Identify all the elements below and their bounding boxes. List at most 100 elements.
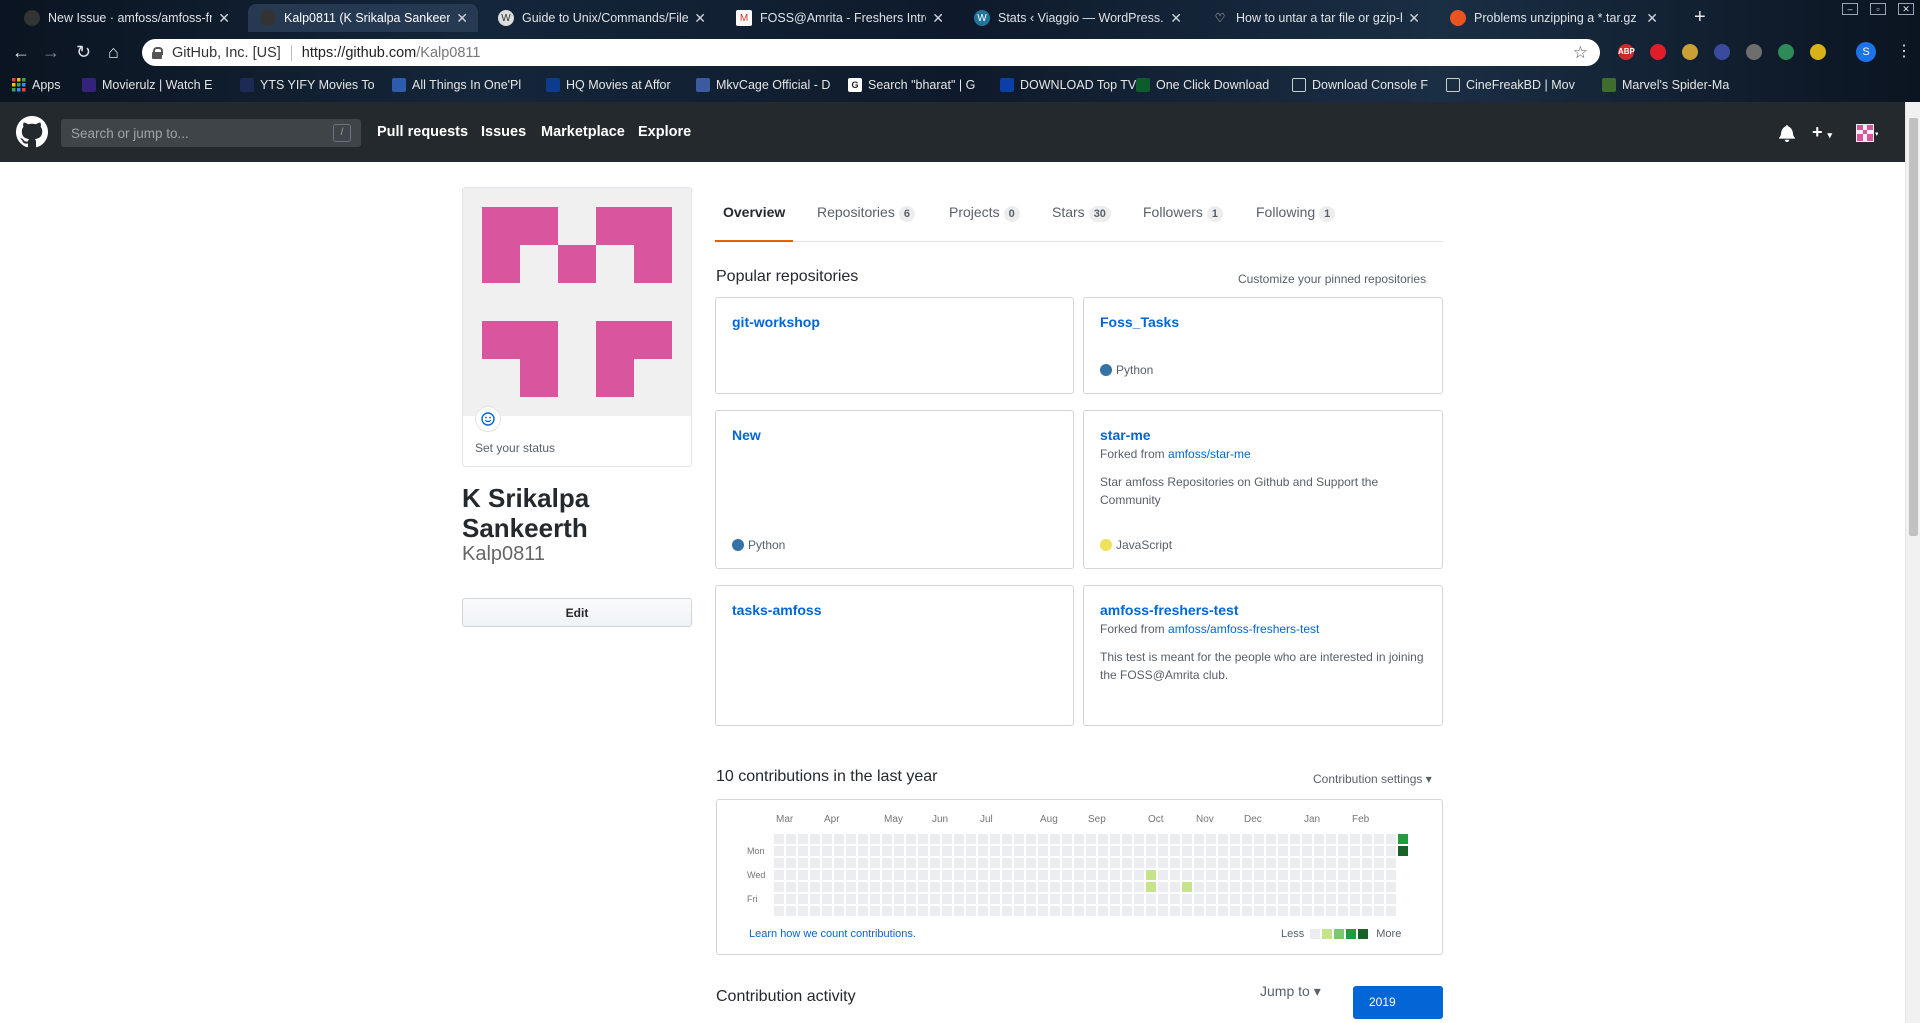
create-new-dropdown[interactable]: + ▾ (1812, 122, 1832, 143)
contribution-day[interactable] (906, 846, 916, 856)
minimize-window-button[interactable]: – (1842, 3, 1858, 15)
reload-button[interactable]: ↻ (76, 42, 91, 62)
contribution-day[interactable] (1086, 834, 1096, 844)
contribution-day[interactable] (1218, 858, 1228, 868)
contribution-day[interactable] (1230, 894, 1240, 904)
contribution-day[interactable] (906, 870, 916, 880)
contribution-day[interactable] (1170, 882, 1180, 892)
contribution-day[interactable] (786, 870, 796, 880)
contribution-day[interactable] (870, 870, 880, 880)
repo-name-link[interactable]: star-me (1100, 427, 1426, 443)
contribution-day[interactable] (1158, 858, 1168, 868)
contribution-day[interactable] (1350, 882, 1360, 892)
repo-name-link[interactable]: git-workshop (732, 314, 1057, 330)
contribution-day[interactable] (1230, 834, 1240, 844)
contribution-day[interactable] (1026, 846, 1036, 856)
contribution-day[interactable] (990, 834, 1000, 844)
contribution-day[interactable] (882, 846, 892, 856)
contribution-day[interactable] (1314, 906, 1324, 916)
contribution-day[interactable] (1206, 870, 1216, 880)
contribution-day[interactable] (1218, 906, 1228, 916)
contribution-day[interactable] (1026, 906, 1036, 916)
contribution-day[interactable] (1062, 858, 1072, 868)
contribution-day[interactable] (1086, 906, 1096, 916)
close-icon[interactable]: ✕ (1408, 10, 1420, 27)
bookmark-item[interactable]: Movierulz | Watch E (82, 78, 240, 92)
contribution-day[interactable] (1074, 894, 1084, 904)
contribution-day[interactable] (894, 870, 904, 880)
contribution-day[interactable] (822, 882, 832, 892)
contribution-day[interactable] (1074, 846, 1084, 856)
contribution-day[interactable] (1194, 906, 1204, 916)
browser-tab[interactable]: New Issue · amfoss/amfoss-fre ✕ (12, 4, 240, 32)
contribution-day[interactable] (1134, 882, 1144, 892)
contribution-day[interactable] (1110, 894, 1120, 904)
browser-tab[interactable]: Problems unzipping a *.tar.gz f ✕ (1438, 4, 1668, 32)
contribution-day[interactable] (1374, 858, 1384, 868)
contribution-day[interactable] (1170, 906, 1180, 916)
contribution-day[interactable] (1002, 834, 1012, 844)
contribution-day[interactable] (1050, 894, 1060, 904)
contribution-day[interactable] (1014, 834, 1024, 844)
contribution-day[interactable] (954, 858, 964, 868)
bookmark-item[interactable]: One Click Download (1136, 78, 1292, 92)
contribution-day[interactable] (774, 846, 784, 856)
contribution-day[interactable] (822, 894, 832, 904)
contribution-day[interactable] (1278, 858, 1288, 868)
contribution-day[interactable] (978, 870, 988, 880)
contribution-day[interactable] (822, 906, 832, 916)
contribution-day[interactable] (1098, 846, 1108, 856)
contribution-day[interactable] (918, 858, 928, 868)
nav-issues[interactable]: Issues (481, 124, 526, 140)
contribution-day[interactable] (906, 894, 916, 904)
contribution-day[interactable] (1194, 834, 1204, 844)
contribution-day[interactable] (822, 870, 832, 880)
contribution-day[interactable] (1254, 882, 1264, 892)
contribution-day[interactable] (954, 894, 964, 904)
contribution-day[interactable] (798, 834, 808, 844)
contribution-day[interactable] (1062, 870, 1072, 880)
contribution-day[interactable] (882, 858, 892, 868)
customize-pinned-link[interactable]: Customize your pinned repositories (1238, 272, 1426, 286)
contribution-day[interactable] (1338, 858, 1348, 868)
contribution-day[interactable] (858, 882, 868, 892)
bookmark-item[interactable]: G Search "bharat" | G (848, 78, 1000, 92)
contribution-day[interactable] (918, 846, 928, 856)
contribution-day[interactable] (870, 906, 880, 916)
back-button[interactable]: ← (12, 42, 30, 62)
contribution-day[interactable] (1098, 906, 1108, 916)
contribution-day[interactable] (1230, 870, 1240, 880)
forward-button[interactable]: → (42, 42, 60, 62)
contribution-day[interactable] (1206, 858, 1216, 868)
contribution-day[interactable] (1338, 846, 1348, 856)
contribution-day[interactable] (1398, 846, 1408, 856)
contribution-day[interactable] (1182, 882, 1192, 892)
tab-following[interactable]: Following 1 (1248, 187, 1343, 242)
contribution-day[interactable] (1278, 894, 1288, 904)
contribution-day[interactable] (1146, 882, 1156, 892)
adblock-plus-icon[interactable]: ABP (1618, 44, 1635, 60)
contribution-day[interactable] (1242, 846, 1252, 856)
contribution-day[interactable] (834, 870, 844, 880)
contribution-day[interactable] (858, 894, 868, 904)
contribution-day[interactable] (798, 846, 808, 856)
contribution-day[interactable] (1074, 906, 1084, 916)
contribution-day[interactable] (1050, 858, 1060, 868)
bookmark-item[interactable]: Apps (12, 78, 82, 92)
contribution-day[interactable] (810, 870, 820, 880)
contribution-day[interactable] (810, 834, 820, 844)
extension-icon[interactable] (1810, 44, 1826, 60)
contribution-day[interactable] (954, 834, 964, 844)
contribution-day[interactable] (1254, 858, 1264, 868)
contribution-day[interactable] (1194, 894, 1204, 904)
browser-tab[interactable]: W Stats ‹ Viaggio — WordPress.co ✕ (962, 4, 1192, 32)
contribution-day[interactable] (954, 846, 964, 856)
contribution-day[interactable] (1338, 894, 1348, 904)
bookmark-item[interactable]: YTS YIFY Movies To (240, 78, 392, 92)
contribution-day[interactable] (1242, 834, 1252, 844)
contribution-day[interactable] (1146, 834, 1156, 844)
contribution-day[interactable] (786, 846, 796, 856)
contribution-day[interactable] (1038, 906, 1048, 916)
contribution-day[interactable] (1038, 870, 1048, 880)
contribution-day[interactable] (1290, 870, 1300, 880)
